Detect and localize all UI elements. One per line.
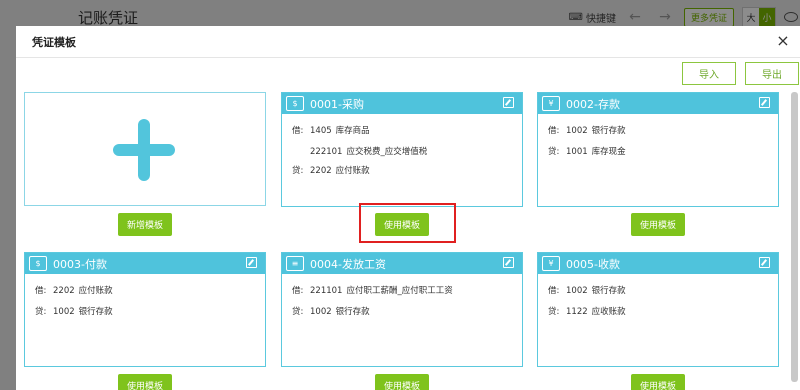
edit-icon[interactable] [759,257,770,268]
template-name: 0005-收款 [566,257,620,271]
entry-line: 222101 应交税费_应交增值税 [310,147,428,157]
template-card-header: $ 0001-采购 [282,93,522,114]
edit-icon[interactable] [759,97,770,108]
highlight-box [359,203,456,243]
template-card-header: ≡ 0004-发放工资 [282,253,522,274]
template-card-header: $ 0003-付款 [25,253,265,274]
payment-icon: $ [29,256,47,271]
entry-line: 贷: 2202 应付账款 [292,166,370,176]
entry-line: 借: 2202 应付账款 [35,286,113,296]
template-name: 0001-采购 [310,97,364,111]
entry-line: 借: 1405 库存商品 [292,126,370,136]
template-card: $ 0003-付款 借: 2202 应付账款 贷: 1002 银行存款 [24,252,266,367]
entry-line: 借: 1002 银行存款 [548,126,626,136]
receipt-icon: ¥ [542,256,560,271]
voucher-template-modal: 凭证模板 × 导入 导出 新增模板 $ 0001-采购 借: 1405 库存商品 2… [16,26,800,390]
template-name: 0002-存款 [566,97,620,111]
entry-line: 贷: 1001 库存现金 [548,147,626,157]
entry-line: 贷: 1002 银行存款 [292,307,370,317]
edit-icon[interactable] [503,97,514,108]
use-template-button[interactable]: 使用模板 [631,213,685,236]
import-button[interactable]: 导入 [682,62,736,85]
template-card: ¥ 0002-存款 借: 1002 银行存款 贷: 1001 库存现金 [537,92,779,207]
template-card: ¥ 0005-收款 借: 1002 银行存款 贷: 1122 应收账款 [537,252,779,367]
use-template-button[interactable]: 使用模板 [375,374,429,390]
use-template-button[interactable]: 使用模板 [631,374,685,390]
cash-register-icon: $ [286,96,304,111]
edit-icon[interactable] [503,257,514,268]
template-card-header: ¥ 0002-存款 [538,93,778,114]
add-template-button[interactable]: 新增模板 [118,213,172,236]
modal-scrollbar[interactable] [791,92,798,382]
edit-icon[interactable] [246,257,257,268]
modal-header: 凭证模板 [16,26,800,58]
template-card: $ 0001-采购 借: 1405 库存商品 222101 应交税费_应交增值税 贷:… [281,92,523,207]
template-card: ≡ 0004-发放工资 借: 221101 应付职工薪酬_应付职工工资 贷: 1002… [281,252,523,367]
use-template-button[interactable]: 使用模板 [118,374,172,390]
entry-line: 借: 1002 银行存款 [548,286,626,296]
entry-line: 借: 221101 应付职工薪酬_应付职工工资 [292,286,453,296]
export-button[interactable]: 导出 [745,62,799,85]
template-card-header: ¥ 0005-收款 [538,253,778,274]
template-name: 0004-发放工资 [310,257,386,271]
modal-title: 凭证模板 [32,35,76,49]
add-template-card[interactable] [24,92,266,206]
deposit-icon: ¥ [542,96,560,111]
close-icon[interactable]: × [774,32,792,50]
template-name: 0003-付款 [53,257,107,271]
entry-line: 贷: 1002 银行存款 [35,307,113,317]
entry-line: 贷: 1122 应收账款 [548,307,626,317]
salary-icon: ≡ [286,256,304,271]
